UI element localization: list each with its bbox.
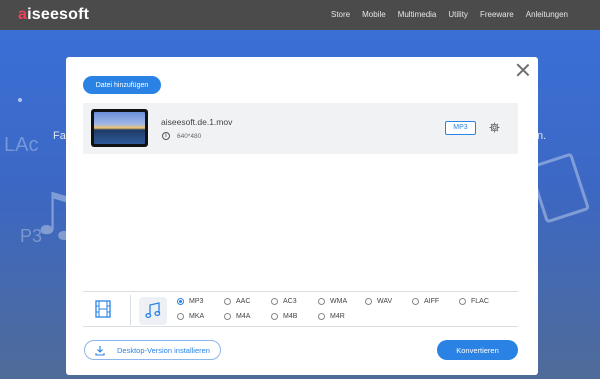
install-desktop-version-button[interactable]: Desktop-Version installieren [84, 340, 221, 360]
close-icon[interactable] [516, 63, 530, 77]
install-desktop-version-label: Desktop-Version installieren [117, 346, 210, 355]
nav-item-freeware[interactable]: Freeware [480, 10, 514, 19]
add-file-button[interactable]: Datei hinzufügen [83, 76, 161, 94]
output-format-badge[interactable]: MP3 [445, 121, 476, 135]
format-option-aac[interactable]: AAC [224, 298, 250, 305]
format-option-wav[interactable]: WAV [365, 298, 392, 305]
gear-icon[interactable] [489, 122, 500, 133]
decorative-lac-text: LAc [4, 134, 39, 156]
hero-text-right: n. [537, 130, 547, 142]
radio-icon [365, 298, 372, 305]
file-row: aiseesoft.de.1.mov i 640*480 MP3 [83, 103, 518, 154]
radio-icon [459, 298, 466, 305]
audio-tab[interactable] [139, 297, 167, 325]
nav-item-multimedia[interactable]: Multimedia [398, 10, 437, 19]
hero-text-left: Fa [53, 130, 66, 142]
divider [130, 295, 131, 325]
radio-icon [224, 298, 231, 305]
nav-item-mobile[interactable]: Mobile [362, 10, 386, 19]
radio-icon [177, 313, 184, 320]
nav-item-anleitungen[interactable]: Anleitungen [526, 10, 568, 19]
nav-item-store[interactable]: Store [331, 10, 350, 19]
music-note-icon [145, 302, 161, 319]
radio-icon [224, 313, 231, 320]
info-icon[interactable]: i [162, 132, 170, 140]
format-option-ac3[interactable]: AC3 [271, 298, 297, 305]
nav-item-utility[interactable]: Utility [448, 10, 468, 19]
file-resolution: 640*480 [177, 133, 202, 140]
film-icon[interactable] [95, 300, 111, 318]
format-option-m4r[interactable]: M4R [318, 313, 345, 320]
format-option-m4a[interactable]: M4A [224, 313, 250, 320]
brand-logo[interactable]: aiseesoft [18, 6, 89, 24]
main-nav: Store Mobile Multimedia Utility Freeware… [331, 10, 568, 19]
radio-icon [412, 298, 419, 305]
format-option-mp3[interactable]: MP3 [177, 298, 203, 305]
format-option-m4b[interactable]: M4B [271, 313, 297, 320]
format-option-mka[interactable]: MKA [177, 313, 204, 320]
format-selection-panel: MP3 AAC AC3 WMA WAV AIFF FLAC MKA M4A M4… [83, 291, 518, 327]
decorative-dot [18, 98, 22, 102]
radio-icon [318, 313, 325, 320]
format-option-wma[interactable]: WMA [318, 298, 347, 305]
convert-button[interactable]: Konvertieren [437, 340, 518, 360]
radio-icon [177, 298, 184, 305]
top-navigation-bar: aiseesoft Store Mobile Multimedia Utilit… [0, 0, 600, 30]
radio-icon [271, 313, 278, 320]
radio-icon [318, 298, 325, 305]
download-icon [95, 346, 105, 356]
format-option-flac[interactable]: FLAC [459, 298, 489, 305]
format-option-aiff[interactable]: AIFF [412, 298, 439, 305]
video-thumbnail [91, 109, 148, 147]
file-name: aiseesoft.de.1.mov [161, 117, 233, 127]
decorative-p3-text: P3 [20, 226, 43, 246]
radio-icon [271, 298, 278, 305]
converter-dialog: Datei hinzufügen aiseesoft.de.1.mov i 64… [66, 57, 538, 375]
